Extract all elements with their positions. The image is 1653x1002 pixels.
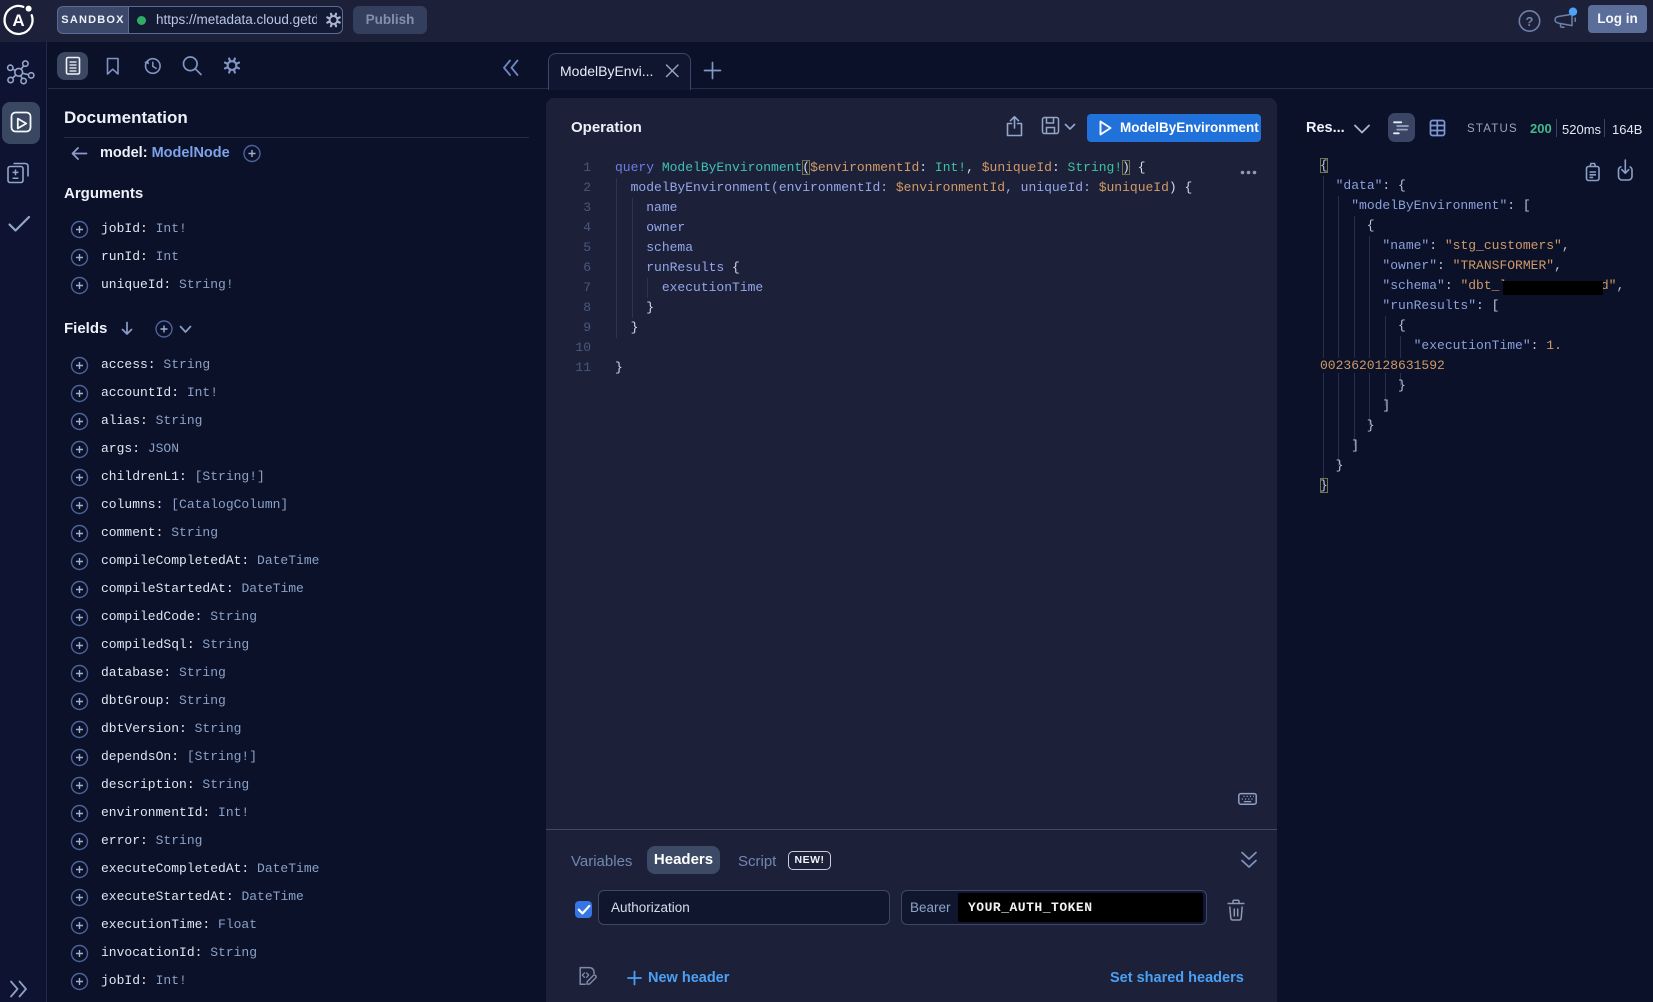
svg-text:?: ?	[1526, 14, 1534, 29]
svg-text:A: A	[12, 11, 24, 30]
